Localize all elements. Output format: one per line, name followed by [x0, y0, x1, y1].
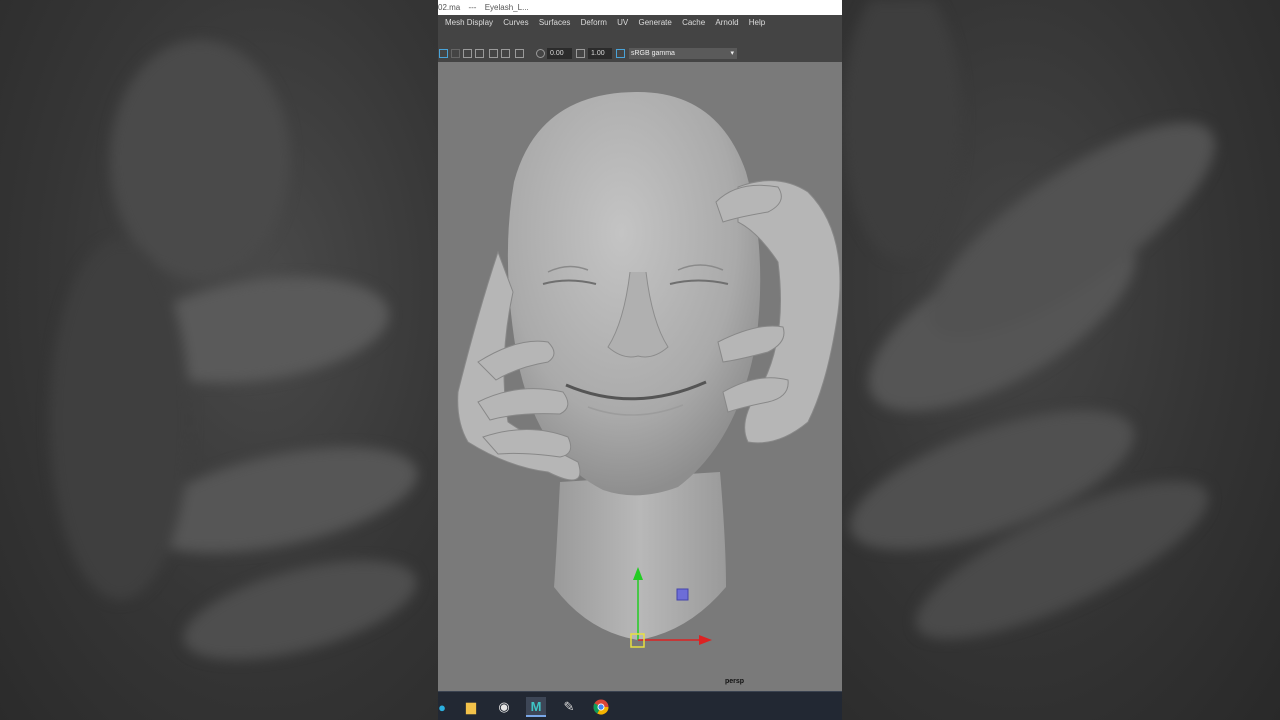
wireframe-icon[interactable] [489, 49, 498, 58]
obs-icon[interactable]: ◉ [494, 697, 514, 717]
color-space-value: sRGB gamma [631, 50, 675, 57]
chrome-icon[interactable] [591, 697, 611, 717]
background-blur-left [0, 0, 438, 720]
menu-deform[interactable]: Deform [577, 15, 611, 31]
maya-icon[interactable]: M [526, 697, 546, 717]
shelf-area [438, 31, 842, 46]
gamma-field[interactable]: 1.00 [588, 48, 612, 59]
windows-taskbar: ● ▆ ◉ M ✎ [438, 691, 842, 720]
isolate-select-icon[interactable] [463, 49, 472, 58]
exposure-icon[interactable] [536, 49, 545, 58]
smooth-shade-icon[interactable] [501, 49, 510, 58]
viewport-toolbar: 0.00 1.00 sRGB gamma ▾ [438, 46, 842, 62]
exposure-field[interactable]: 0.00 [547, 48, 572, 59]
xray-icon[interactable] [475, 49, 484, 58]
menu-arnold[interactable]: Arnold [711, 15, 742, 31]
viewport-persp[interactable]: persp [438, 62, 842, 691]
head-model [457, 92, 841, 648]
color-space-select[interactable]: sRGB gamma ▾ [629, 48, 737, 59]
menu-mesh-display[interactable]: Mesh Display [441, 15, 497, 31]
menu-surfaces[interactable]: Surfaces [535, 15, 575, 31]
paint-icon[interactable]: ✎ [559, 697, 579, 717]
display-mode-icon[interactable] [439, 49, 448, 58]
title-scene: Eyelash_L... [484, 3, 529, 12]
maya-window: 02.ma --- Eyelash_L... Mesh Display Curv… [438, 0, 842, 720]
manip-x-arrow [699, 635, 712, 645]
menu-curves[interactable]: Curves [499, 15, 532, 31]
grid-icon[interactable] [451, 49, 460, 58]
chevron-down-icon: ▾ [730, 50, 734, 57]
manip-z-handle [676, 588, 689, 601]
menu-help[interactable]: Help [745, 15, 769, 31]
gamma-icon[interactable] [576, 49, 585, 58]
view-transform-icon[interactable] [616, 49, 625, 58]
neck-mesh [554, 472, 726, 640]
title-separator: --- [468, 3, 477, 12]
title-bar: 02.ma --- Eyelash_L... [438, 0, 842, 15]
edge-icon[interactable]: ● [438, 697, 452, 717]
chrome-logo [593, 699, 609, 715]
file-explorer-icon[interactable]: ▆ [461, 697, 481, 717]
title-file: 02.ma [438, 3, 461, 12]
background-blur-right [842, 0, 1280, 720]
camera-label: persp [725, 678, 745, 685]
resolution-gate-icon[interactable] [515, 49, 524, 58]
menu-bar: Mesh Display Curves Surfaces Deform UV G… [438, 15, 842, 31]
menu-generate[interactable]: Generate [634, 15, 675, 31]
menu-cache[interactable]: Cache [678, 15, 709, 31]
menu-uv[interactable]: UV [613, 15, 632, 31]
